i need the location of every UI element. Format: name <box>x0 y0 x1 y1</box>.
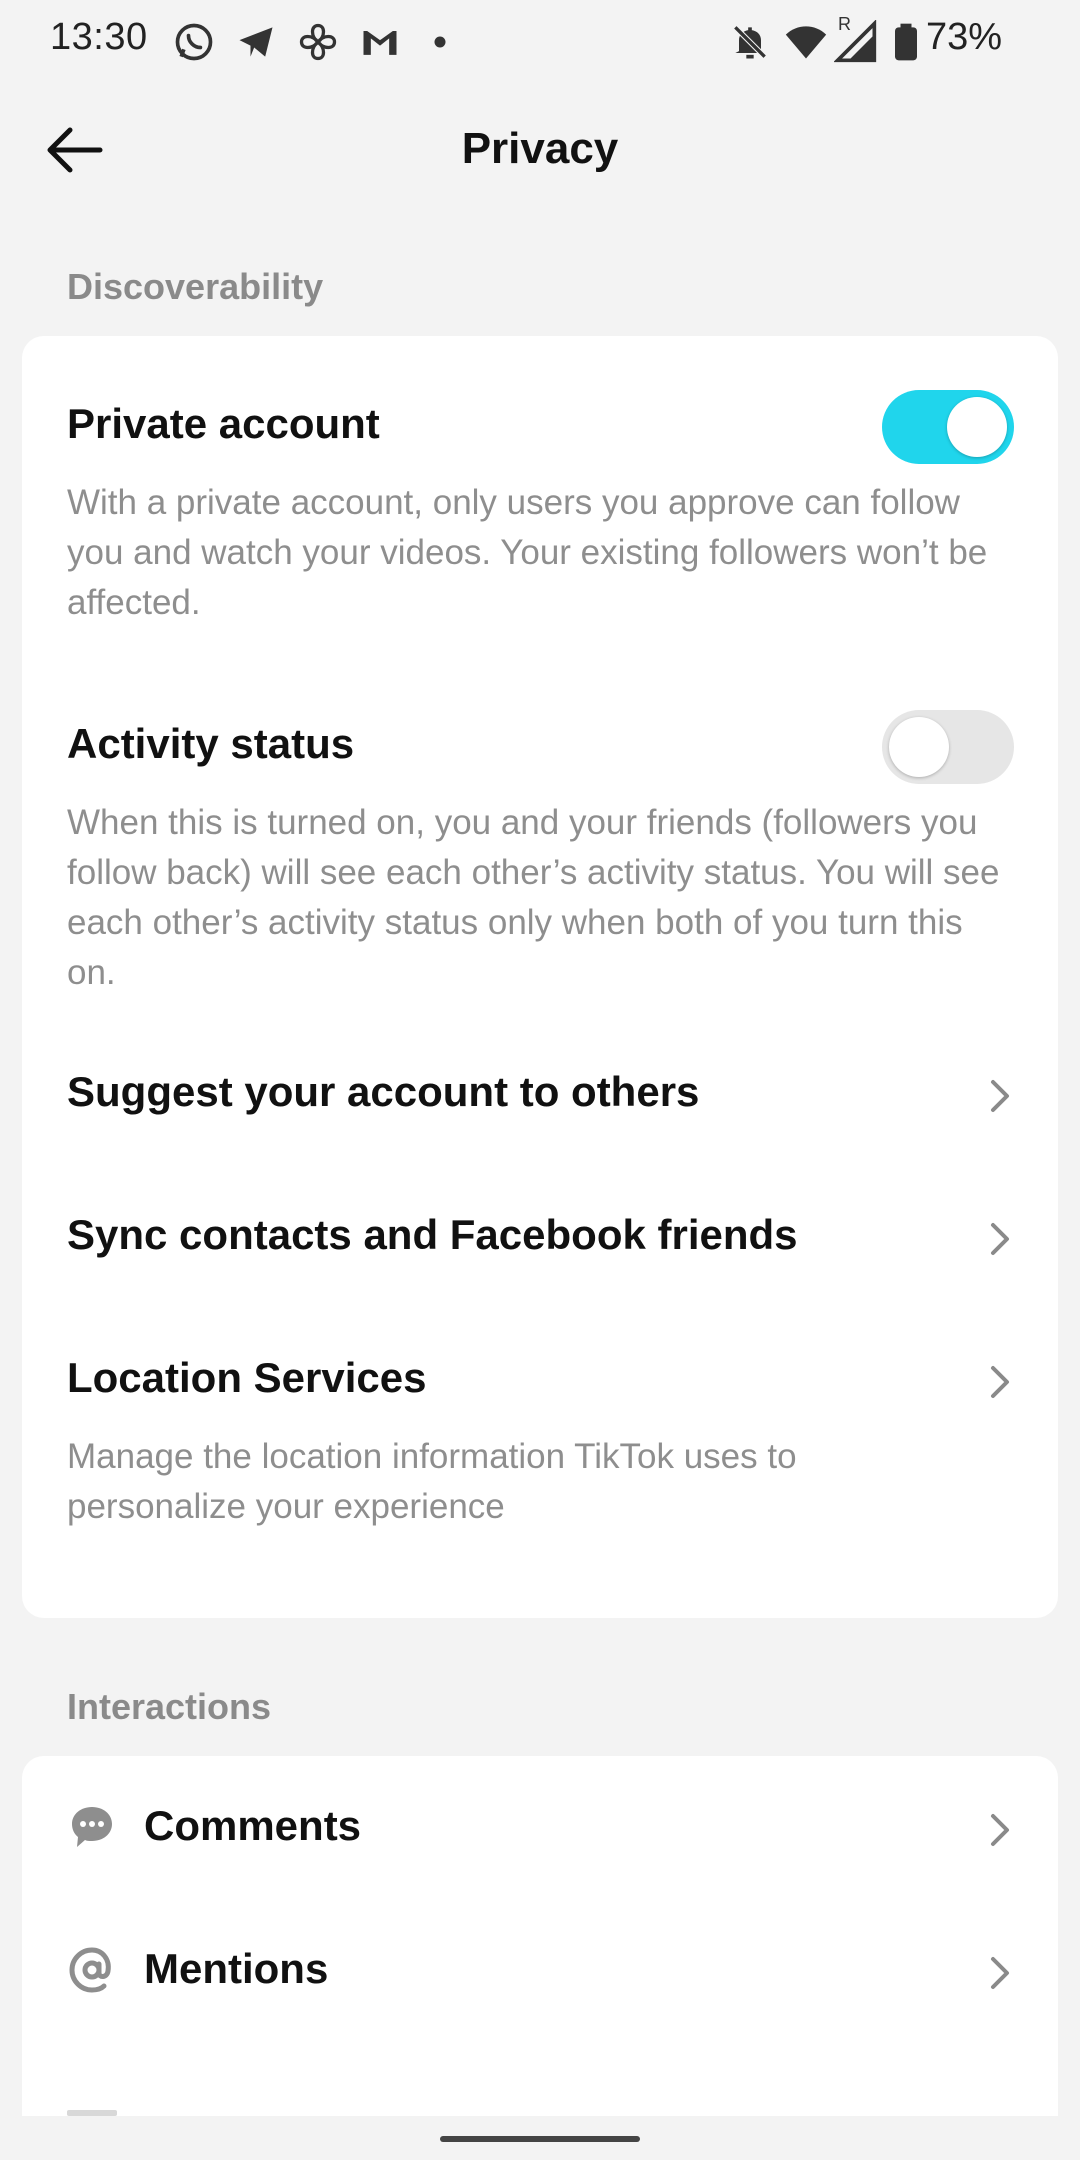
chevron-right-icon <box>991 1223 1009 1255</box>
battery-percent: 73% <box>925 16 1002 58</box>
chevron-right-icon <box>991 1814 1009 1846</box>
status-time: 13:30 <box>50 16 148 58</box>
activity-status-row: Activity status When this is turned on, … <box>22 656 1058 1016</box>
mentions-row[interactable]: Mentions <box>22 1899 1058 2042</box>
activity-status-description: When this is turned on, you and your fri… <box>67 803 1000 992</box>
bell-off-icon <box>733 25 767 59</box>
discoverability-card: Private account With a private account, … <box>22 336 1058 1618</box>
pinwheel-icon <box>299 23 337 61</box>
location-services-title: Location Services <box>67 1354 427 1401</box>
private-account-toggle[interactable] <box>882 390 1014 464</box>
private-account-row: Private account With a private account, … <box>22 336 1058 656</box>
sync-contacts-title: Sync contacts and Facebook friends <box>67 1211 798 1258</box>
dot-icon <box>434 36 446 48</box>
comments-title: Comments <box>144 1802 362 1849</box>
section-label-interactions: Interactions <box>67 1686 272 1727</box>
private-account-title: Private account <box>67 400 380 447</box>
activity-status-title: Activity status <box>67 720 355 767</box>
header: Privacy <box>0 100 1080 200</box>
location-services-row[interactable]: Location Services Manage the location in… <box>22 1312 1058 1602</box>
comment-icon <box>72 1807 112 1847</box>
chevron-right-icon <box>991 1957 1009 1989</box>
location-services-description: Manage the location information TikTok u… <box>67 1437 797 1526</box>
toggle-knob <box>947 397 1007 457</box>
sync-contacts-row[interactable]: Sync contacts and Facebook friends <box>22 1169 1058 1307</box>
toggle-knob <box>889 717 949 777</box>
comments-row[interactable]: Comments <box>22 1756 1058 1899</box>
interactions-card: Comments Mentions <box>22 1756 1058 2160</box>
telegram-icon <box>239 27 273 57</box>
suggest-account-row[interactable]: Suggest your account to others <box>22 1026 1058 1164</box>
chevron-right-icon <box>991 1366 1009 1398</box>
status-bar: 13:30 R 73% <box>0 0 1080 80</box>
battery-icon <box>895 23 917 61</box>
page-title: Privacy <box>461 124 619 173</box>
gmail-icon <box>363 31 397 55</box>
wifi-icon <box>785 26 827 59</box>
section-label-discoverability: Discoverability <box>67 266 324 307</box>
activity-status-toggle[interactable] <box>882 710 1014 784</box>
home-indicator[interactable] <box>440 2136 640 2142</box>
private-account-description: With a private account, only users you a… <box>67 483 988 622</box>
at-icon <box>69 1947 111 1993</box>
suggest-account-title: Suggest your account to others <box>67 1068 700 1115</box>
whatsapp-icon <box>175 23 213 61</box>
chevron-right-icon <box>991 1080 1009 1112</box>
signal-icon <box>834 20 877 63</box>
mentions-title: Mentions <box>144 1945 329 1992</box>
